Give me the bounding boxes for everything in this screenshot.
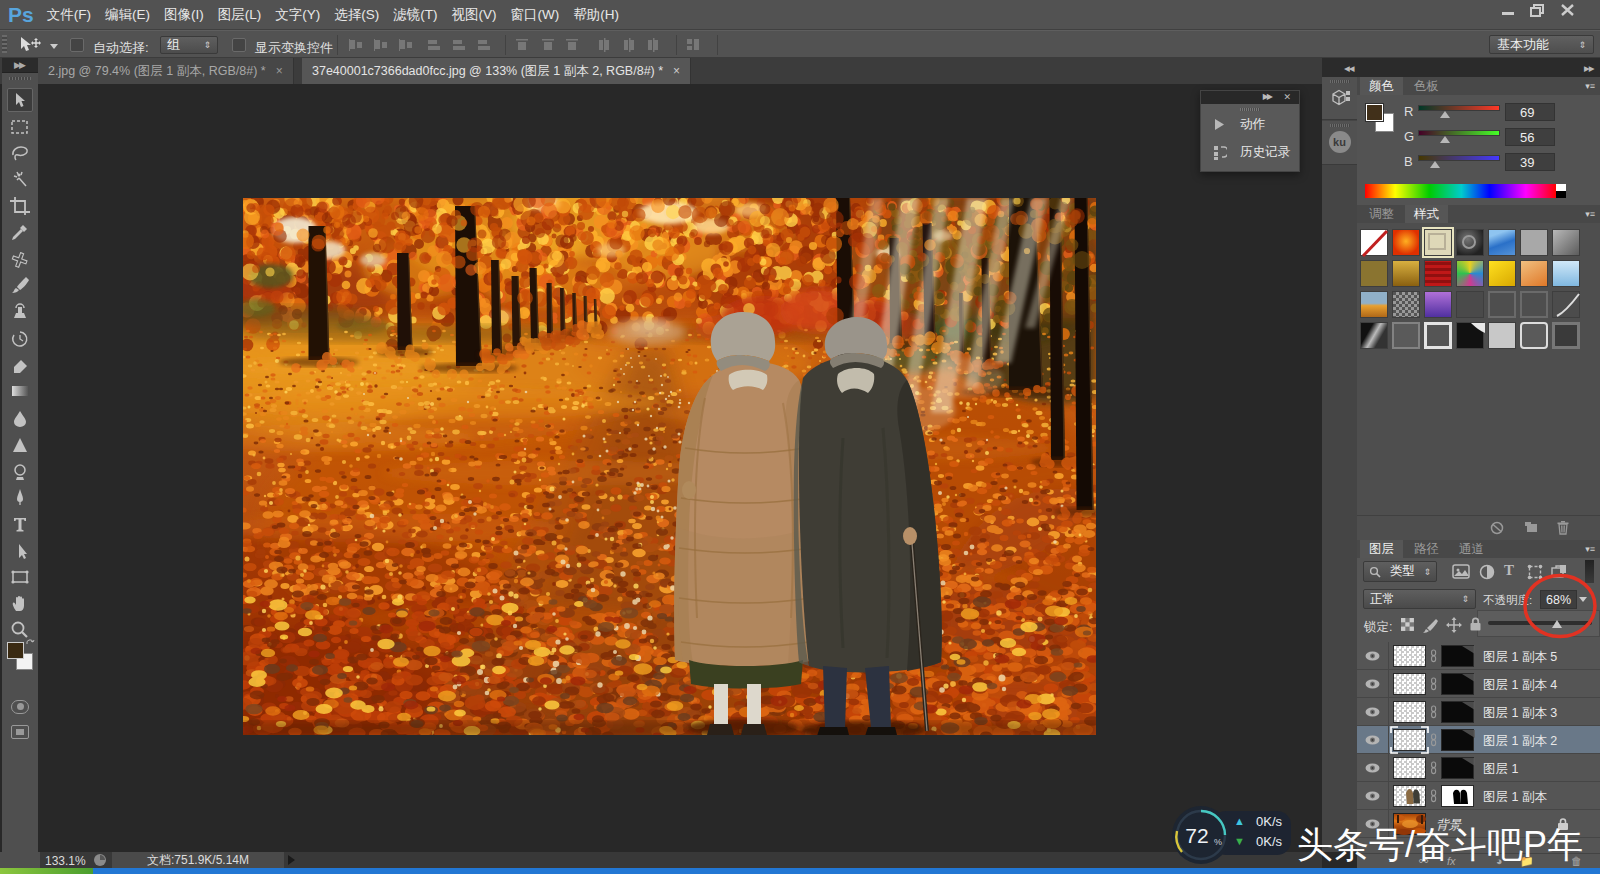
svg-text:%: % <box>1214 837 1222 847</box>
svg-text:72: 72 <box>1185 824 1208 847</box>
